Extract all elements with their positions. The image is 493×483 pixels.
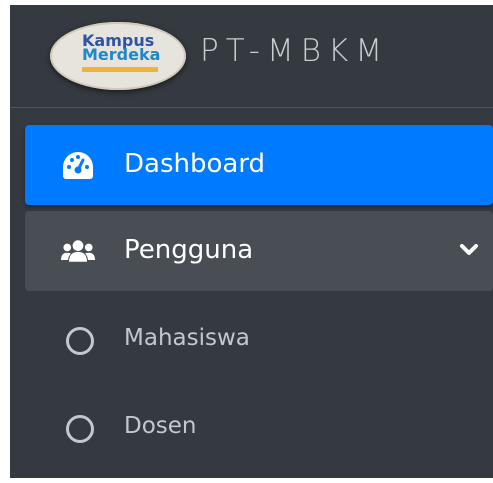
nav-label-dashboard: Dashboard xyxy=(124,149,266,179)
chevron-down-icon[interactable] xyxy=(458,239,480,261)
kampus-merdeka-logo: Kampus Merdeka xyxy=(50,22,186,90)
nav-item-dashboard[interactable]: Dashboard xyxy=(25,125,493,205)
brand-title: PT-MBKM xyxy=(200,33,390,69)
nav-label-pengguna: Pengguna xyxy=(124,235,254,265)
nav-item-pengguna[interactable]: Pengguna xyxy=(25,211,493,291)
tachometer-icon xyxy=(61,148,95,182)
logo-strip xyxy=(82,67,158,72)
brand-link[interactable]: Kampus Merdeka PT-MBKM xyxy=(10,5,493,108)
nav-label-mahasiswa: Mahasiswa xyxy=(124,325,250,351)
sidebar: Kampus Merdeka PT-MBKM Dashboard Penggun… xyxy=(10,5,493,478)
circle-icon xyxy=(66,415,94,443)
logo-text-line2: Merdeka xyxy=(82,45,161,64)
nav-item-mahasiswa[interactable]: Mahasiswa xyxy=(25,305,493,375)
nav-item-dosen[interactable]: Dosen xyxy=(25,393,493,463)
circle-icon xyxy=(66,327,94,355)
users-icon xyxy=(61,234,95,268)
nav-label-dosen: Dosen xyxy=(124,413,197,439)
